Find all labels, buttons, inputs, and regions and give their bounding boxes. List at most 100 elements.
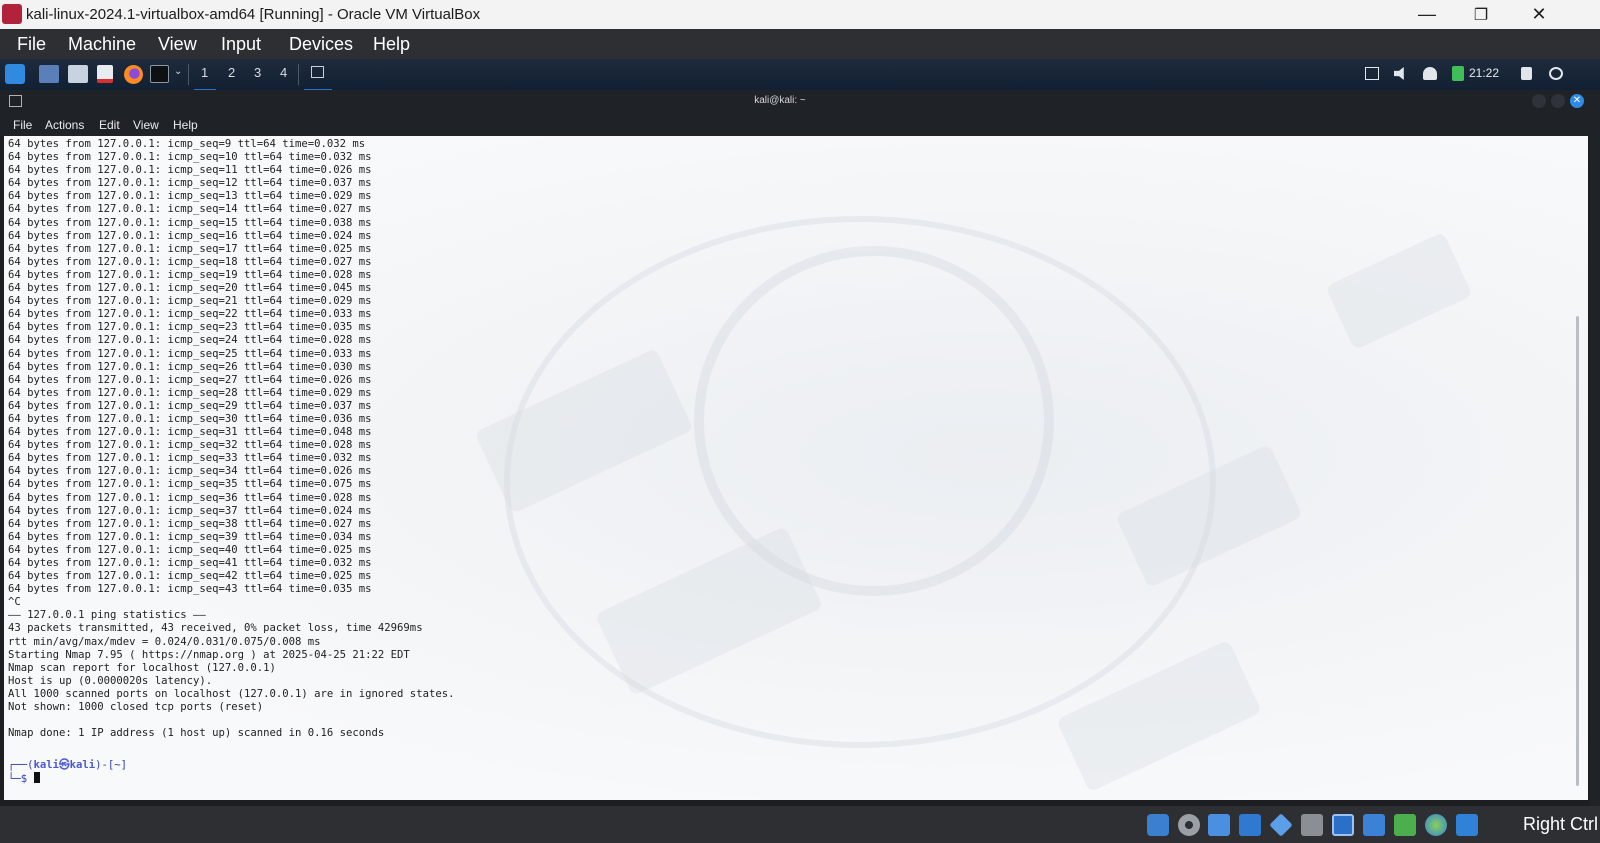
terminal-line: 64 bytes from 127.0.0.1: icmp_seq=29 ttl… <box>8 399 372 412</box>
terminal-line: 64 bytes from 127.0.0.1: icmp_seq=43 ttl… <box>8 583 372 596</box>
terminal-line: 64 bytes from 127.0.0.1: icmp_seq=9 ttl=… <box>8 138 366 150</box>
terminal-line: 64 bytes from 127.0.0.1: icmp_seq=17 ttl… <box>8 242 372 255</box>
terminal-line: Nmap done: 1 IP address (1 host up) scan… <box>8 727 385 740</box>
vbox-statusbar: Right Ctrl <box>0 806 1600 843</box>
terminal-line: 64 bytes from 127.0.0.1: icmp_seq=26 ttl… <box>8 360 372 373</box>
prompt-user-host: kali㉿kali <box>33 759 96 771</box>
display-tray-icon[interactable] <box>1365 67 1379 80</box>
close-icon: ✕ <box>1531 4 1547 24</box>
file-manager-icon[interactable] <box>68 65 88 83</box>
prompt-symbol: └─$ <box>8 773 34 785</box>
workspace-2[interactable]: 2 <box>228 65 235 80</box>
prompt-directory: )-[~] <box>95 759 128 771</box>
shared-folder-icon[interactable] <box>1301 814 1323 836</box>
workspace-1[interactable]: 1 <box>201 65 208 80</box>
terminal-line: 64 bytes from 127.0.0.1: icmp_seq=15 ttl… <box>8 216 372 229</box>
terminal-line: Starting Nmap 7.95 ( https://nmap.org ) … <box>8 648 410 661</box>
text-editor-icon[interactable] <box>97 65 113 83</box>
close-icon: ✕ <box>1572 95 1582 106</box>
terminal-line: 64 bytes from 127.0.0.1: icmp_seq=10 ttl… <box>8 151 372 164</box>
network-icon[interactable] <box>1239 814 1261 836</box>
text-cursor[interactable] <box>33 772 40 783</box>
vbox-menu-view[interactable]: View <box>158 34 197 55</box>
vbox-menubar: File Machine View Input Devices Help <box>0 29 1600 59</box>
terminal-line: 64 bytes from 127.0.0.1: icmp_seq=22 ttl… <box>8 308 372 321</box>
chevron-down-icon[interactable]: ⌄ <box>174 66 182 77</box>
kali-top-panel: ⌄ 1 2 3 4 21:22 <box>0 59 1600 91</box>
terminal-line: 64 bytes from 127.0.0.1: icmp_seq=35 ttl… <box>8 478 372 491</box>
terminal-line: All 1000 scanned ports on localhost (127… <box>8 687 455 700</box>
optical-drive-icon[interactable] <box>1178 814 1200 836</box>
vbox-menu-devices[interactable]: Devices <box>289 34 353 55</box>
terminal-line: 64 bytes from 127.0.0.1: icmp_seq=41 ttl… <box>8 557 372 569</box>
terminal-menu-edit[interactable]: Edit <box>99 118 120 132</box>
terminal-menubar: File Actions Edit View Help <box>0 114 1590 136</box>
kali-menu-icon[interactable] <box>5 64 25 84</box>
terminal-line: 64 bytes from 127.0.0.1: icmp_seq=20 ttl… <box>8 282 372 295</box>
terminal-line: 64 bytes from 127.0.0.1: icmp_seq=21 ttl… <box>8 295 372 308</box>
lock-icon[interactable] <box>1521 67 1532 80</box>
terminal-line: 64 bytes from 127.0.0.1: icmp_seq=12 ttl… <box>8 177 372 190</box>
vbox-menu-input[interactable]: Input <box>221 34 261 55</box>
taskbar-terminal-window[interactable] <box>304 61 332 91</box>
terminal-line: Not shown: 1000 closed tcp ports (reset) <box>8 701 264 714</box>
terminal-menu-actions[interactable]: Actions <box>45 118 84 132</box>
volume-icon[interactable] <box>1394 67 1404 80</box>
cpu-icon[interactable] <box>1394 814 1416 836</box>
terminal-line: Nmap scan report for localhost (127.0.0.… <box>8 661 276 674</box>
vbox-menu-help[interactable]: Help <box>373 34 410 55</box>
firefox-icon[interactable] <box>124 65 143 84</box>
recording-icon[interactable] <box>1363 814 1385 836</box>
workspace-4[interactable]: 4 <box>280 65 287 80</box>
minimize-button[interactable]: — <box>1404 0 1450 29</box>
terminal-window-icon <box>311 66 324 78</box>
terminal-line: 43 packets transmitted, 43 received, 0% … <box>8 622 423 635</box>
terminal-line: 64 bytes from 127.0.0.1: icmp_seq=42 ttl… <box>8 570 372 583</box>
battery-icon[interactable] <box>1452 66 1464 81</box>
close-button[interactable]: ✕ <box>1516 0 1562 29</box>
terminal-menu-help[interactable]: Help <box>173 118 198 132</box>
mouse-integration-icon[interactable] <box>1425 814 1447 836</box>
terminal-line: 64 bytes from 127.0.0.1: icmp_seq=34 ttl… <box>8 465 372 478</box>
usb-icon[interactable] <box>1269 813 1293 837</box>
desktop-icon[interactable] <box>39 65 59 83</box>
terminal-output: 64 bytes from 127.0.0.1: icmp_seq=9 ttl=… <box>8 138 454 740</box>
audio-icon[interactable] <box>1208 814 1230 836</box>
terminal-scrollbar[interactable] <box>1576 316 1579 786</box>
terminal-line: 64 bytes from 127.0.0.1: icmp_seq=37 ttl… <box>8 504 372 517</box>
terminal-menu-view[interactable]: View <box>133 118 159 132</box>
terminal-maximize-button[interactable] <box>1551 94 1565 108</box>
terminal-line: 64 bytes from 127.0.0.1: icmp_seq=40 ttl… <box>8 543 372 556</box>
terminal-window: kali@kali: ~ ✕ File Actions Edit View He… <box>0 90 1590 806</box>
terminal-line: 64 bytes from 127.0.0.1: icmp_seq=19 ttl… <box>8 268 372 281</box>
panel-separator <box>188 64 189 85</box>
vbox-menu-machine[interactable]: Machine <box>68 34 136 55</box>
workspace-3[interactable]: 3 <box>254 65 261 80</box>
display-icon[interactable] <box>1332 814 1354 836</box>
terminal-icon[interactable] <box>150 65 169 83</box>
restore-button[interactable]: ❐ <box>1458 0 1504 29</box>
terminal-line: 64 bytes from 127.0.0.1: icmp_seq=25 ttl… <box>8 347 372 360</box>
notification-bell-icon[interactable] <box>1423 67 1437 80</box>
panel-clock[interactable]: 21:22 <box>1469 66 1499 80</box>
panel-separator <box>298 64 299 85</box>
vbox-menu-file[interactable]: File <box>17 34 46 55</box>
terminal-line: 64 bytes from 127.0.0.1: icmp_seq=11 ttl… <box>8 164 372 177</box>
terminal-line: 64 bytes from 127.0.0.1: icmp_seq=38 ttl… <box>8 517 372 530</box>
wallpaper-decoration <box>1325 231 1473 351</box>
terminal-line: 64 bytes from 127.0.0.1: icmp_seq=28 ttl… <box>8 386 372 399</box>
power-icon[interactable] <box>1549 67 1563 80</box>
terminal-minimize-button[interactable] <box>1532 94 1546 108</box>
virtualbox-logo-icon <box>2 4 22 24</box>
terminal-line: 64 bytes from 127.0.0.1: icmp_seq=39 ttl… <box>8 530 372 543</box>
terminal-close-button[interactable]: ✕ <box>1570 94 1584 108</box>
minimize-icon: — <box>1418 4 1436 24</box>
terminal-line: —— 127.0.0.1 ping statistics —— <box>8 609 206 622</box>
terminal-body[interactable]: 64 bytes from 127.0.0.1: icmp_seq=9 ttl=… <box>4 136 1588 800</box>
terminal-titlebar[interactable]: kali@kali: ~ ✕ <box>0 90 1590 114</box>
terminal-menu-file[interactable]: File <box>13 118 32 132</box>
hard-disk-icon[interactable] <box>1147 814 1169 836</box>
host-key-label: Right Ctrl <box>1523 814 1599 834</box>
keyboard-capture-icon[interactable] <box>1456 814 1478 836</box>
